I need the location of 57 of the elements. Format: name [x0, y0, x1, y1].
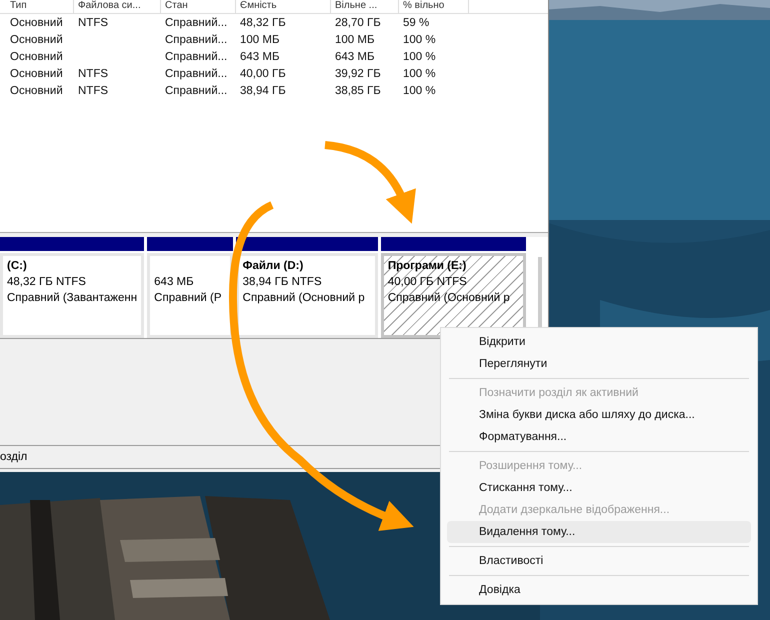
menu-item[interactable]: Властивості: [447, 550, 751, 572]
partition-size: 643 МБ: [154, 275, 195, 290]
table-cell-text: Справний...: [165, 68, 228, 80]
column-header[interactable]: Вільне ...: [331, 0, 399, 13]
partition-block[interactable]: Програми (E:) 40,00 ГБ NTFS Справний (Основний р: [380, 253, 526, 338]
partition-status: Справний (Основний р: [388, 291, 511, 306]
table-cell-text: 643 МБ: [335, 50, 376, 62]
table-cell-text: 28,70 ГБ: [335, 16, 382, 28]
partition-block[interactable]: 643 МБ Справний (Р: [147, 253, 233, 338]
menu-item[interactable]: Зміна букви диска або шляху до диска...: [447, 404, 751, 426]
table-cell-text: Справний...: [165, 34, 228, 46]
menu-item[interactable]: Стискання тому...: [447, 477, 751, 499]
partition-name: Файли (D:): [242, 259, 304, 274]
table-cell-text: Справний...: [165, 50, 228, 62]
column-header[interactable]: Ємність: [236, 0, 331, 13]
table-cell-text: NTFS: [78, 84, 110, 96]
menu-item[interactable]: Переглянути: [447, 353, 751, 375]
partition-block[interactable]: (C:) 48,32 ГБ NTFS Справний (Завантаженн: [0, 253, 144, 338]
partition-size: 40,00 ГБ NTFS: [388, 275, 468, 290]
partition-size: 48,32 ГБ NTFS: [7, 275, 87, 290]
table-cell-text: 38,94 ГБ: [240, 84, 287, 96]
partition-status: Справний (Завантаженн: [7, 291, 138, 306]
table-cell-text: Основний: [10, 34, 64, 46]
column-header[interactable]: Файлова си...: [74, 0, 161, 13]
column-header[interactable]: Тип: [6, 0, 74, 13]
column-header[interactable]: % вільно: [399, 0, 469, 13]
menu-item[interactable]: Форматування...: [447, 426, 751, 448]
partition-size: 38,94 ГБ NTFS: [242, 275, 323, 290]
table-cell-text: Справний...: [165, 84, 228, 96]
table-cell-text: NTFS: [78, 16, 110, 28]
table-cell-text: Основний: [10, 68, 64, 80]
table-cell-text: 643 МБ: [240, 50, 281, 62]
table-cell-text: 59 %: [403, 16, 430, 28]
table-cell-text: 100 %: [403, 50, 437, 62]
table-cell-text: Основний: [10, 84, 64, 96]
legend-label: озділ: [0, 451, 28, 463]
table-cell-text: 40,00 ГБ: [240, 68, 287, 80]
table-cell-text: 100 МБ: [335, 34, 376, 46]
partition-name: (C:): [7, 259, 28, 274]
table-cell-text: 100 МБ: [240, 34, 281, 46]
partition-status: Справний (Основний р: [242, 291, 366, 306]
table-cell-text: 38,85 ГБ: [335, 84, 382, 96]
partition-status: Справний (Р: [154, 291, 222, 306]
column-header[interactable]: Стан: [161, 0, 236, 13]
table-cell-text: Основний: [10, 16, 64, 28]
menu-item[interactable]: Видалення тому...: [447, 521, 751, 543]
table-cell-text: 100 %: [403, 84, 437, 96]
table-cell-text: 100 %: [403, 68, 437, 80]
table-cell-text: Основний: [10, 50, 64, 62]
partition-block[interactable]: Файли (D:) 38,94 ГБ NTFS Справний (Основний р: [236, 253, 378, 338]
table-cell-text: 48,32 ГБ: [240, 16, 287, 28]
table-cell-text: NTFS: [78, 68, 110, 80]
table-cell-text: Справний...: [165, 16, 228, 28]
menu-item[interactable]: Довідка: [447, 579, 751, 601]
partition-name: Програми (E:): [388, 259, 468, 274]
table-cell-text: 100 %: [403, 34, 437, 46]
table-cell-text: 39,92 ГБ: [335, 68, 382, 80]
